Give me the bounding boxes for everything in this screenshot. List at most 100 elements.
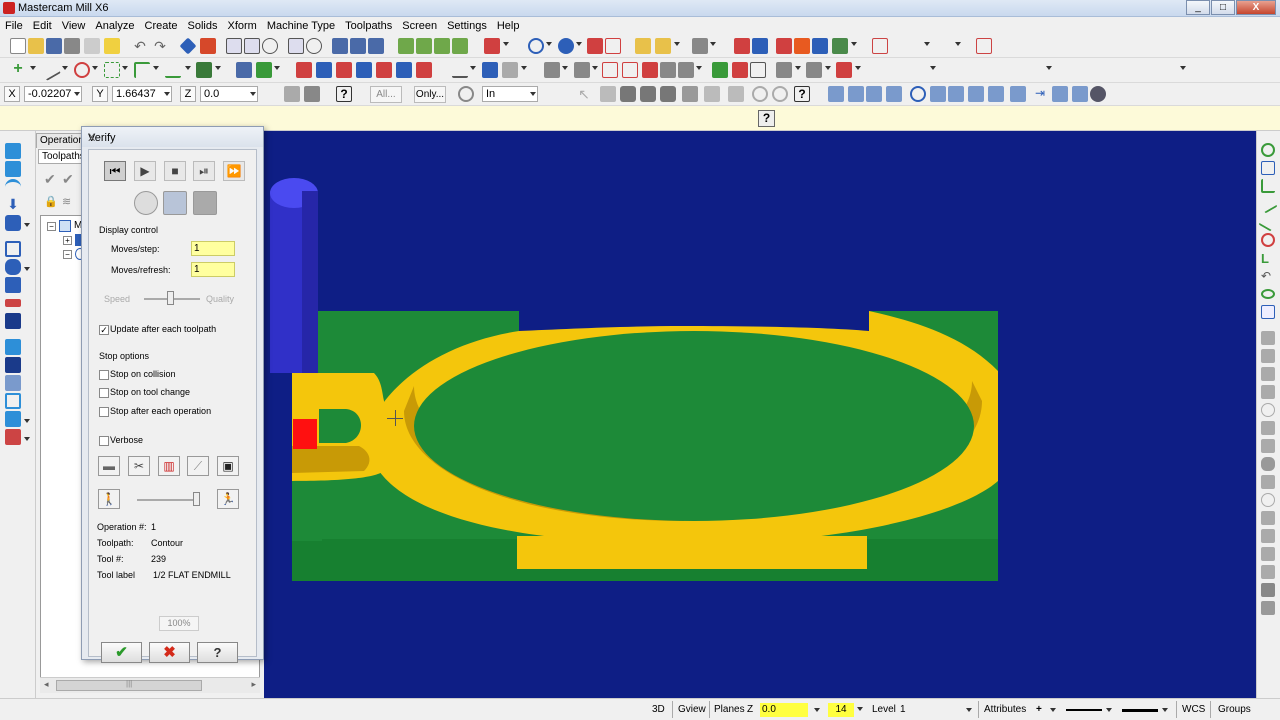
status-3d-button[interactable]: 3D: [652, 703, 665, 717]
maximize-button[interactable]: □: [1211, 0, 1235, 15]
save-icon[interactable]: [46, 38, 62, 54]
arc-icon[interactable]: ↶: [1261, 269, 1275, 283]
measure-icon[interactable]: ⟋: [187, 456, 209, 476]
delete-icon[interactable]: [872, 38, 888, 54]
bounding-box-icon[interactable]: [296, 62, 312, 78]
lock-icon[interactable]: 🔒: [44, 195, 60, 211]
torus-icon[interactable]: [1261, 493, 1275, 507]
chamfer-icon[interactable]: L: [1261, 251, 1275, 266]
chevron-down-icon[interactable]: [470, 66, 476, 70]
line-horizontal-icon[interactable]: [1261, 179, 1275, 193]
xform-icon[interactable]: [734, 38, 750, 54]
surface-rough-icon[interactable]: [5, 215, 21, 231]
surface-finish-icon[interactable]: [5, 241, 21, 257]
play-button[interactable]: ▶: [134, 161, 156, 181]
line-angle-icon[interactable]: [1258, 194, 1278, 214]
surface-icon[interactable]: [196, 62, 212, 78]
wireframe-icon[interactable]: [434, 38, 450, 54]
chevron-down-icon[interactable]: [521, 66, 527, 70]
scroll-left-icon[interactable]: ◂: [44, 679, 49, 690]
trim-break-icon[interactable]: [452, 62, 468, 78]
hidden-line-icon[interactable]: [452, 38, 468, 54]
toggle-display-icon[interactable]: ≋: [62, 195, 78, 211]
backplot-icon[interactable]: [1261, 161, 1275, 175]
rotate-icon[interactable]: [528, 38, 544, 54]
chevron-down-icon[interactable]: [92, 66, 98, 70]
rect-shape-icon[interactable]: [1261, 305, 1275, 319]
solid-extrude-icon[interactable]: [712, 62, 728, 78]
chevron-down-icon[interactable]: [1050, 708, 1056, 712]
help-icon[interactable]: ?: [336, 86, 352, 102]
chevron-down-icon[interactable]: [30, 66, 36, 70]
regen-icon[interactable]: [200, 38, 216, 54]
walk-slow-icon[interactable]: 🚶: [98, 489, 120, 509]
gview-top-icon[interactable]: [332, 38, 348, 54]
circle-mill-icon[interactable]: [5, 277, 21, 293]
verbose-checkbox[interactable]: [99, 436, 109, 446]
run-fast-icon[interactable]: 🏃: [217, 489, 239, 509]
circle-center-icon[interactable]: [1261, 233, 1275, 247]
shaded-icon[interactable]: [416, 38, 432, 54]
cylinder-icon[interactable]: [1261, 547, 1275, 561]
rotate-xform-icon[interactable]: [794, 38, 810, 54]
tool-holder-display-icon[interactable]: [193, 191, 217, 215]
chevron-down-icon[interactable]: [1106, 708, 1112, 712]
help-icon[interactable]: ?: [794, 86, 810, 102]
zoom-extents-icon[interactable]: [1052, 86, 1068, 102]
gview-side-icon[interactable]: [368, 38, 384, 54]
circle-icon[interactable]: [74, 62, 90, 78]
fit-icon[interactable]: [226, 38, 242, 54]
print-preview-icon[interactable]: [84, 38, 100, 54]
gview-front-icon[interactable]: [350, 38, 366, 54]
face-select-icon[interactable]: [640, 86, 656, 102]
cplane-icon[interactable]: [988, 86, 1004, 102]
point-style-icon[interactable]: +: [1036, 703, 1042, 717]
solid-fillet-icon[interactable]: [750, 62, 766, 78]
select-only-button[interactable]: Only...: [414, 86, 446, 103]
pocket-icon[interactable]: [5, 179, 21, 195]
chevron-down-icon[interactable]: [62, 66, 68, 70]
surface-sweep-icon[interactable]: [678, 62, 694, 78]
trim-icon[interactable]: [692, 38, 708, 54]
no-tool-display-icon[interactable]: [134, 191, 158, 215]
fillet-icon[interactable]: [134, 62, 150, 78]
autocursor-icon[interactable]: [304, 86, 320, 102]
pencil-icon[interactable]: [635, 38, 651, 54]
verify-close-button[interactable]: X: [88, 132, 251, 144]
rewind-button[interactable]: ⏮: [104, 161, 126, 181]
pointer-icon[interactable]: ↖: [576, 86, 592, 102]
save-stl-icon[interactable]: ▣: [217, 456, 239, 476]
tree-expander[interactable]: +: [63, 236, 72, 245]
scale-icon[interactable]: [832, 38, 848, 54]
selection-mode-icon[interactable]: [458, 86, 474, 102]
minimize-button[interactable]: _: [1186, 0, 1210, 15]
cone-icon[interactable]: [1261, 511, 1275, 525]
trim-toolpath-icon[interactable]: [5, 299, 21, 307]
line-parallel-icon[interactable]: [1258, 212, 1278, 232]
chevron-down-icon[interactable]: [546, 42, 552, 46]
sphere-solid-icon[interactable]: [1261, 475, 1275, 489]
line-width-icon[interactable]: [1122, 709, 1158, 712]
status-gview-button[interactable]: Gview: [678, 703, 706, 717]
grid-icon[interactable]: [602, 62, 618, 78]
status-planes-button[interactable]: Planes: [714, 703, 745, 717]
zoom-icon[interactable]: [262, 38, 278, 54]
chevron-down-icon[interactable]: [924, 42, 930, 46]
menu-analyze[interactable]: Analyze: [90, 20, 139, 32]
solid-chamfer-icon[interactable]: [776, 62, 792, 78]
verify-select-icon[interactable]: [728, 86, 744, 102]
tool-display-icon[interactable]: [163, 191, 187, 215]
analyze-area-icon[interactable]: [1261, 403, 1275, 417]
chevron-down-icon[interactable]: [274, 66, 280, 70]
print-icon[interactable]: [64, 38, 80, 54]
close-button[interactable]: X: [1236, 0, 1276, 15]
transform-toolpath-icon[interactable]: [5, 339, 21, 355]
nesting-icon[interactable]: [5, 357, 21, 373]
menu-xform[interactable]: Xform: [223, 20, 262, 32]
body-select-icon[interactable]: [660, 86, 676, 102]
scissors-icon[interactable]: ✂: [128, 456, 150, 476]
select-dirty-ops-icon[interactable]: ✔: [62, 171, 78, 187]
compare-graph-icon[interactable]: ▥: [158, 456, 180, 476]
batch-icon[interactable]: [5, 411, 21, 427]
engrave-icon[interactable]: [5, 313, 21, 329]
